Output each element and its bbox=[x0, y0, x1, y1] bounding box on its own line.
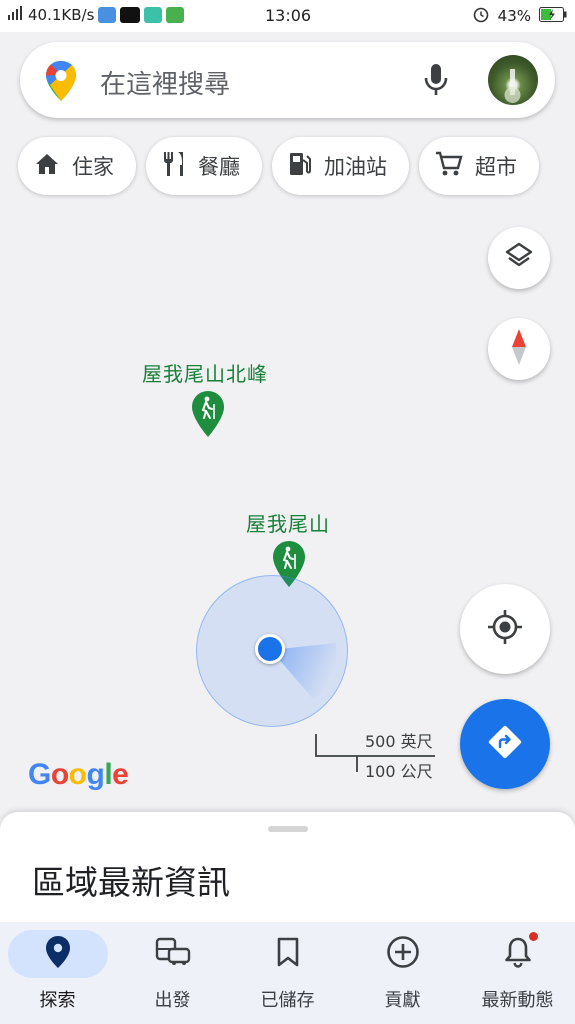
vpn-icon bbox=[144, 7, 163, 23]
my-location-icon bbox=[486, 608, 524, 650]
chip-gas-station[interactable]: 加油站 bbox=[272, 137, 409, 195]
gas-station-icon bbox=[288, 151, 312, 182]
chip-label: 加油站 bbox=[324, 155, 387, 179]
nav-updates[interactable]: 最新動態 bbox=[460, 922, 575, 1024]
search-input[interactable]: 在這裡搜尋 bbox=[100, 64, 230, 101]
microphone-icon[interactable] bbox=[420, 62, 452, 102]
google-logo: Google bbox=[28, 758, 129, 791]
layers-button[interactable] bbox=[488, 227, 550, 289]
bell-icon bbox=[503, 936, 533, 972]
nav-icon-slot bbox=[468, 930, 568, 978]
nav-active-indicator bbox=[7, 930, 108, 978]
maps-pin-logo-icon bbox=[44, 60, 78, 106]
add-circle-icon bbox=[386, 935, 420, 973]
compass-button[interactable] bbox=[488, 318, 550, 380]
layers-icon bbox=[504, 241, 534, 275]
shield-app-icon bbox=[98, 7, 117, 23]
home-icon bbox=[34, 152, 60, 181]
nav-explore[interactable]: 探索 bbox=[0, 922, 115, 1024]
nav-label: 已儲存 bbox=[260, 990, 315, 1011]
nav-icon-slot bbox=[238, 930, 338, 978]
youtube-icon bbox=[120, 7, 141, 23]
nav-label: 貢獻 bbox=[384, 990, 421, 1011]
network-speed: 40.1KB/s bbox=[28, 6, 95, 24]
category-chips: 住家 餐廳 加油站 超市 bbox=[18, 137, 539, 195]
sheet-drag-handle[interactable] bbox=[268, 826, 308, 832]
battery-charging-icon bbox=[539, 6, 567, 26]
notification-badge bbox=[529, 932, 538, 941]
alarm-icon bbox=[472, 5, 490, 27]
nav-saved[interactable]: 已儲存 bbox=[230, 922, 345, 1024]
profile-avatar[interactable] bbox=[488, 55, 538, 105]
chip-restaurant[interactable]: 餐廳 bbox=[146, 137, 262, 195]
nav-label: 最新動態 bbox=[481, 990, 554, 1011]
nav-go[interactable]: 出發 bbox=[115, 922, 230, 1024]
signal-icon bbox=[8, 6, 24, 24]
directions-icon bbox=[487, 724, 523, 764]
chip-label: 住家 bbox=[72, 155, 114, 179]
my-location-dot bbox=[255, 634, 285, 664]
poi-label-mountain[interactable]: 屋我尾山 bbox=[246, 508, 330, 537]
nav-label: 出發 bbox=[154, 990, 191, 1011]
bottom-navigation: 探索 出發 已儲存 貢獻 最新動態 bbox=[0, 922, 575, 1024]
nav-label: 探索 bbox=[39, 990, 76, 1011]
shopping-cart-icon bbox=[435, 151, 463, 182]
status-bar: 40.1KB/s 13:06 43% bbox=[0, 0, 575, 32]
chip-label: 超市 bbox=[475, 155, 517, 179]
chip-label: 餐廳 bbox=[198, 155, 240, 179]
poi-label-north-peak[interactable]: 屋我尾山北峰 bbox=[142, 358, 268, 387]
battery-percent: 43% bbox=[497, 7, 531, 25]
commute-icon bbox=[155, 936, 191, 972]
chip-home[interactable]: 住家 bbox=[18, 137, 136, 195]
sheet-title: 區域最新資訊 bbox=[32, 863, 230, 902]
android-app-icon bbox=[166, 7, 185, 23]
directions-button[interactable] bbox=[460, 699, 550, 789]
nav-icon-slot bbox=[123, 930, 223, 978]
clock: 13:06 bbox=[265, 6, 312, 25]
explore-pin-icon bbox=[45, 935, 71, 973]
restaurant-icon bbox=[162, 150, 186, 183]
my-location-button[interactable] bbox=[460, 584, 550, 674]
scale-imperial: 500 英尺 bbox=[365, 732, 433, 751]
scale-metric: 100 公尺 bbox=[365, 762, 433, 781]
nav-contribute[interactable]: 貢獻 bbox=[345, 922, 460, 1024]
compass-icon bbox=[509, 327, 529, 371]
chip-supermarket[interactable]: 超市 bbox=[419, 137, 539, 195]
bottom-sheet[interactable]: 區域最新資訊 bbox=[0, 812, 575, 924]
hiking-icon[interactable] bbox=[191, 390, 225, 442]
search-bar[interactable]: 在這裡搜尋 bbox=[20, 42, 555, 118]
nav-icon-slot bbox=[353, 930, 453, 978]
bookmark-icon bbox=[276, 937, 300, 971]
